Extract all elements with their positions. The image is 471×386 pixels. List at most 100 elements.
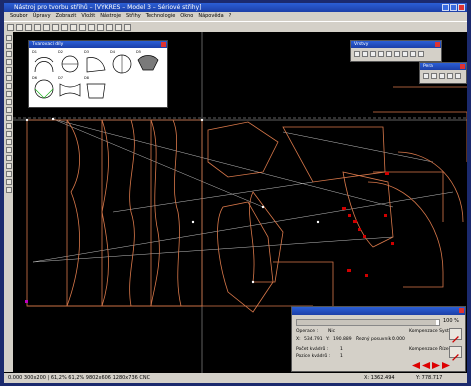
layer-icon[interactable]: [370, 51, 376, 57]
new-icon[interactable]: [7, 23, 14, 31]
minimize-button[interactable]: [442, 4, 449, 11]
measure-icon[interactable]: [115, 23, 122, 31]
shape-item-1[interactable]: D1: [31, 50, 57, 76]
arc-tool-icon[interactable]: [5, 51, 12, 57]
scale-tool-icon[interactable]: [5, 107, 12, 113]
layer-icon[interactable]: [394, 51, 400, 57]
layer-icon[interactable]: [354, 51, 360, 57]
menu-napoveda[interactable]: Nápověda: [198, 12, 223, 21]
notch-markers: [342, 172, 394, 277]
compensation-control-button[interactable]: [449, 346, 462, 361]
cut-icon[interactable]: [43, 23, 50, 31]
rotate-tool-icon[interactable]: [5, 91, 12, 97]
pen-icon[interactable]: [447, 73, 453, 79]
line-tool-icon[interactable]: [5, 43, 12, 49]
menu-zobrazit[interactable]: Zobrazit: [56, 12, 77, 21]
count2-value: 1: [340, 354, 343, 359]
layer-tool-icon[interactable]: [5, 171, 12, 177]
zoom-icon[interactable]: [88, 23, 95, 31]
menu-help[interactable]: ?: [229, 12, 232, 21]
redo-icon[interactable]: [79, 23, 86, 31]
dimension-tool-icon[interactable]: [5, 139, 12, 145]
open-icon[interactable]: [16, 23, 23, 31]
layer-icon[interactable]: [402, 51, 408, 57]
layer-icon[interactable]: [418, 51, 424, 57]
pencil-icon: [452, 336, 459, 343]
trim-tool-icon[interactable]: [5, 115, 12, 121]
application-window: Nástroj pro tvorbu střihů – [VÝKRES – Mo…: [4, 3, 467, 383]
window-title: Nástroj pro tvorbu střihů – [VÝKRES – Mo…: [14, 4, 202, 11]
drill-tool-icon[interactable]: [5, 155, 12, 161]
text-tool-icon[interactable]: [5, 131, 12, 137]
delete-tool-icon[interactable]: [5, 187, 12, 193]
notch-tool-icon[interactable]: [5, 147, 12, 153]
help-icon[interactable]: [124, 23, 131, 31]
left-toolbar: [4, 32, 13, 372]
shape-item-7[interactable]: D7: [57, 76, 83, 102]
curve-tool-icon[interactable]: [5, 75, 12, 81]
close-icon[interactable]: [161, 42, 166, 47]
menu-nastroje[interactable]: Nástroje: [100, 12, 121, 21]
layers-panel: Vrstvy: [350, 40, 442, 62]
zoom-percent: 100 %: [443, 318, 459, 324]
fill-tool-icon[interactable]: [5, 179, 12, 185]
shape-item-6[interactable]: D6: [31, 76, 57, 102]
close-icon[interactable]: [460, 64, 465, 69]
menu-soubor[interactable]: Soubor: [10, 12, 28, 21]
rect-tool-icon[interactable]: [5, 67, 12, 73]
shape-item-2[interactable]: D2: [57, 50, 83, 76]
title-bar: Nástroj pro tvorbu střihů – [VÝKRES – Mo…: [4, 3, 467, 12]
move-tool-icon[interactable]: [5, 83, 12, 89]
layer-icon[interactable]: [362, 51, 368, 57]
undo-icon[interactable]: [70, 23, 77, 31]
operation-panel: 100 % Operace : Nic X: 534.791 Y: 190.88…: [291, 306, 466, 372]
offset-tool-icon[interactable]: [5, 123, 12, 129]
close-icon[interactable]: [435, 42, 440, 47]
zoom-slider-fill: [297, 320, 437, 325]
operation-panel-title: [292, 307, 465, 315]
shapes-panel: Tvarovací díly D1 D2 D3 D4 D5 D6 D7 D8: [28, 40, 168, 108]
print-icon[interactable]: [34, 23, 41, 31]
layer-icon[interactable]: [386, 51, 392, 57]
pan-icon[interactable]: [97, 23, 104, 31]
pen-tool-icon[interactable]: [5, 163, 12, 169]
select-tool-icon[interactable]: [5, 35, 12, 41]
menu-strihy[interactable]: Střihy: [126, 12, 141, 21]
pen-icon[interactable]: [431, 73, 437, 79]
copy-icon[interactable]: [52, 23, 59, 31]
menu-vlozit[interactable]: Vložit: [81, 12, 95, 21]
pen-icon[interactable]: [439, 73, 445, 79]
origin-marker: [25, 300, 28, 303]
maximize-button[interactable]: [450, 4, 457, 11]
shape-item-5[interactable]: D5: [135, 50, 161, 76]
prev-arrow-icon[interactable]: [422, 362, 430, 369]
layer-icon[interactable]: [410, 51, 416, 57]
layer-icon[interactable]: [378, 51, 384, 57]
operation-value: Nic: [328, 329, 336, 334]
close-icon[interactable]: [459, 308, 464, 313]
shape-item-3[interactable]: D3: [83, 50, 109, 76]
menu-upravy[interactable]: Úpravy: [33, 12, 51, 21]
x-value: 534.791: [304, 337, 323, 342]
close-button[interactable]: [458, 4, 465, 11]
shapes-grid: D1 D2 D3 D4 D5 D6 D7 D8: [29, 48, 167, 104]
save-icon[interactable]: [25, 23, 32, 31]
menu-technologie[interactable]: Technologie: [146, 12, 176, 21]
next-arrow-icon[interactable]: [432, 362, 440, 369]
grid-icon[interactable]: [106, 23, 113, 31]
paste-icon[interactable]: [61, 23, 68, 31]
last-arrow-icon[interactable]: [442, 362, 450, 369]
circle-tool-icon[interactable]: [5, 59, 12, 65]
pen-icon[interactable]: [455, 73, 461, 79]
shape-item-4[interactable]: D4: [109, 50, 135, 76]
menu-okno[interactable]: Okno: [180, 12, 193, 21]
first-arrow-icon[interactable]: [412, 362, 420, 369]
count1-label: Počet kvádrů :: [296, 347, 329, 352]
shape-item-8[interactable]: D8: [83, 76, 109, 102]
y-value: 190.889: [333, 337, 352, 342]
pen-icon[interactable]: [423, 73, 429, 79]
mirror-tool-icon[interactable]: [5, 99, 12, 105]
zoom-slider[interactable]: [296, 319, 440, 326]
compensation-system-button[interactable]: [449, 328, 462, 343]
pattern-pieces: [26, 86, 467, 313]
